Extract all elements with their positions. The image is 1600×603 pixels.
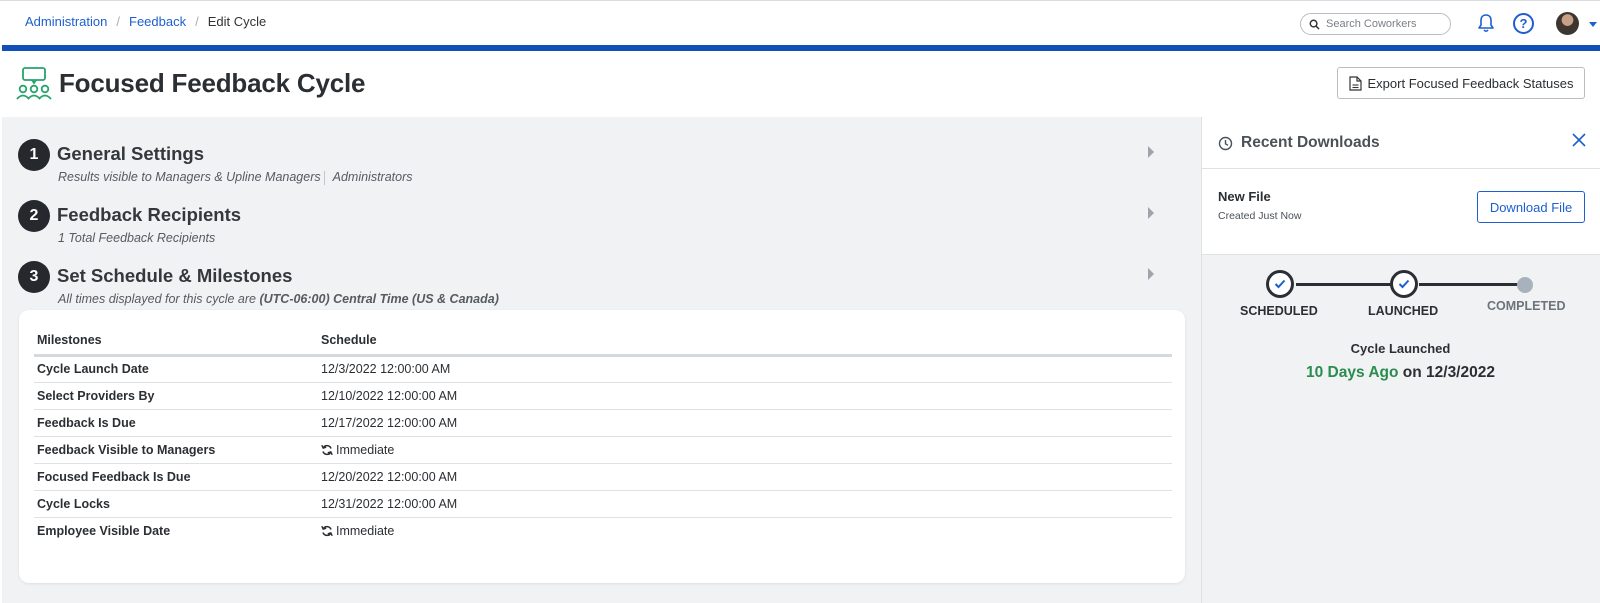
table-row: Select Providers By 12/10/2022 12:00:00 A… — [34, 382, 1172, 410]
stage-label-scheduled: SCHEDULED — [1240, 304, 1318, 318]
table-row: Focused Feedback Is Due 12/20/2022 12:00:… — [34, 463, 1172, 491]
column-header-milestones: Milestones — [34, 327, 318, 357]
expand-arrow-icon[interactable] — [1148, 146, 1154, 158]
milestone-name: Cycle Launch Date — [34, 355, 318, 383]
schedule-value: Immediate — [336, 442, 395, 457]
stage-launched-marker — [1390, 270, 1418, 298]
divider — [323, 170, 325, 185]
feedback-group-icon — [16, 67, 52, 100]
breadcrumb-administration[interactable]: Administration — [25, 14, 107, 29]
stage-scheduled-marker — [1266, 270, 1294, 298]
refresh-icon — [321, 525, 333, 536]
recent-downloads-title: Recent Downloads — [1241, 134, 1380, 151]
milestone-schedule: 12/3/2022 12:00:00 AM — [318, 355, 1172, 383]
step-title: Feedback Recipients — [57, 204, 242, 225]
step-number: 2 — [18, 200, 50, 232]
stage-completed-marker — [1517, 277, 1533, 293]
breadcrumb-feedback[interactable]: Feedback — [129, 14, 186, 29]
breadcrumb: Administration / Feedback / Edit Cycle — [25, 14, 266, 29]
schedule-value: 12/31/2022 12:00:00 AM — [321, 496, 458, 511]
timezone-prefix: All times displayed for this cycle are — [58, 292, 260, 306]
download-file-name: New File — [1218, 189, 1271, 204]
expand-arrow-icon[interactable] — [1148, 207, 1154, 219]
chevron-down-icon[interactable] — [1589, 22, 1597, 27]
close-icon[interactable] — [1571, 132, 1587, 148]
milestone-name: Focused Feedback Is Due — [34, 463, 318, 491]
download-file-button[interactable]: Download File — [1477, 191, 1585, 223]
download-file-time: Created Just Now — [1218, 210, 1302, 222]
table-header-row: Milestones Schedule — [34, 327, 1172, 357]
breadcrumb-current: Edit Cycle — [207, 14, 267, 29]
table-row: Cycle Locks 12/31/2022 12:00:00 AM — [34, 490, 1172, 518]
milestone-schedule: 12/20/2022 12:00:00 AM — [318, 463, 1172, 491]
schedule-card: Milestones Schedule Cycle Launch Date 12/… — [19, 310, 1185, 583]
milestone-name: Select Providers By — [34, 382, 318, 410]
avatar[interactable] — [1556, 12, 1579, 35]
step-number: 3 — [18, 261, 50, 293]
check-icon — [1274, 279, 1286, 289]
clock-icon — [1218, 136, 1233, 151]
step-title: General Settings — [57, 143, 205, 164]
table-row: Employee Visible Date Immediate — [34, 517, 1172, 544]
timezone-value: (UTC-06:00) Central Time (US & Canada) — [259, 292, 499, 306]
step-summary: All times displayed for this cycle are (… — [58, 292, 499, 306]
progress-line-done — [1296, 283, 1393, 286]
milestone-name: Feedback Visible to Managers — [34, 436, 318, 464]
milestone-schedule: 12/10/2022 12:00:00 AM — [318, 382, 1172, 410]
breadcrumb-separator: / — [195, 14, 199, 29]
search-input[interactable] — [1326, 18, 1444, 30]
step-title: Set Schedule & Milestones — [57, 265, 293, 286]
step-summary-admins: Administrators — [332, 170, 413, 184]
search-box[interactable] — [1300, 13, 1451, 35]
stage-label-completed: COMPLETED — [1487, 299, 1566, 313]
stage-label-launched: LAUNCHED — [1368, 304, 1439, 318]
step-number: 1 — [18, 139, 50, 171]
page-title: Focused Feedback Cycle — [59, 68, 366, 98]
progress-line-next — [1419, 283, 1523, 286]
schedule-value: 12/10/2022 12:00:00 AM — [321, 388, 458, 403]
schedule-value: 12/17/2022 12:00:00 AM — [321, 415, 458, 430]
schedule-value: Immediate — [336, 523, 395, 538]
check-icon — [1398, 279, 1410, 289]
export-statuses-button[interactable]: Export Focused Feedback Statuses — [1337, 67, 1585, 99]
export-statuses-label: Export Focused Feedback Statuses — [1367, 75, 1574, 91]
cycle-launch-info: 10 Days Ago on 12/3/2022 — [1201, 364, 1600, 382]
cycle-status: Cycle Launched — [1350, 341, 1451, 356]
milestone-schedule: 12/31/2022 12:00:00 AM — [318, 490, 1172, 518]
launch-ago: 10 Days Ago — [1306, 364, 1399, 381]
top-bar: Administration / Feedback / Edit Cycle ? — [0, 0, 1600, 45]
notification-bell-icon[interactable] — [1477, 13, 1495, 33]
refresh-icon — [321, 444, 333, 455]
milestone-schedule: 12/17/2022 12:00:00 AM — [318, 409, 1172, 437]
search-icon — [1309, 19, 1320, 30]
step-summary: 1 Total Feedback Recipients — [58, 231, 216, 245]
table-row: Cycle Launch Date 12/3/2022 12:00:00 AM — [34, 355, 1172, 383]
step-summary-visibility: Results visible to Managers & Upline Man… — [58, 170, 321, 184]
expand-arrow-icon[interactable] — [1148, 268, 1154, 280]
breadcrumb-separator: / — [116, 14, 120, 29]
milestone-schedule: Immediate — [318, 517, 1172, 544]
schedule-value: 12/3/2022 12:00:00 AM — [321, 362, 451, 376]
launch-date: on 12/3/2022 — [1398, 364, 1495, 381]
milestone-schedule: Immediate — [318, 436, 1172, 464]
schedule-table: Milestones Schedule Cycle Launch Date 12/… — [34, 327, 1172, 544]
milestone-name: Employee Visible Date — [37, 523, 171, 538]
table-row: Feedback Is Due 12/17/2022 12:00:00 AM — [34, 409, 1172, 437]
milestone-name: Cycle Locks — [34, 490, 318, 518]
table-row: Feedback Visible to Managers Immediate — [34, 436, 1172, 464]
export-file-icon — [1348, 75, 1362, 91]
milestone-name: Feedback Is Due — [34, 409, 318, 437]
schedule-value: 12/20/2022 12:00:00 AM — [321, 469, 458, 484]
step-summary: Results visible to Managers & Upline Man… — [58, 170, 413, 185]
column-header-schedule: Schedule — [318, 327, 1172, 357]
help-icon[interactable]: ? — [1513, 13, 1534, 34]
